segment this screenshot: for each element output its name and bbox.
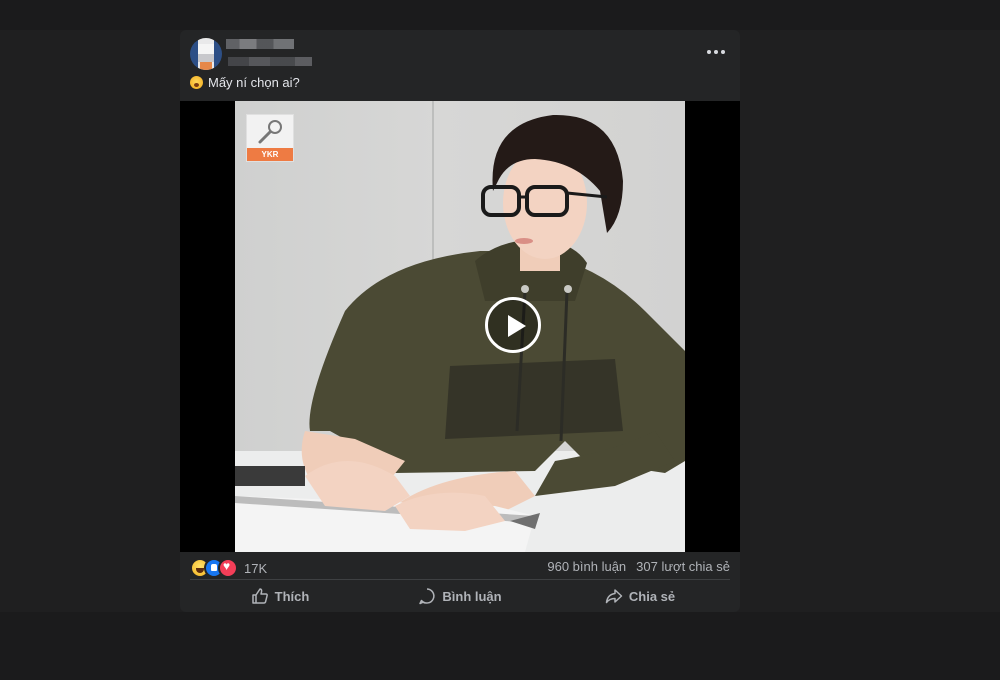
video-frame: YKR [235, 101, 685, 552]
author-name-blurred[interactable] [226, 39, 294, 49]
video-player[interactable]: YKR [180, 101, 740, 552]
caption-emoji-icon [190, 76, 203, 89]
play-icon [508, 315, 526, 337]
comment-count-link[interactable]: 960 bình luận [547, 559, 626, 574]
stats-divider [190, 579, 730, 580]
post-meta-blurred [228, 57, 312, 66]
more-options-button[interactable] [704, 42, 728, 62]
share-icon [605, 589, 623, 604]
reactions-summary[interactable]: 17K [190, 558, 267, 578]
microphone-icon [258, 120, 282, 144]
post-actions: Thích Bình luận Chia sẻ [190, 583, 730, 609]
comment-button[interactable]: Bình luận [370, 583, 550, 609]
share-label: Chia sẻ [628, 588, 676, 604]
caption-text: Mấy ní chọn ai? [208, 75, 300, 90]
post-header [180, 30, 740, 78]
channel-logo: YKR [247, 115, 293, 161]
like-button[interactable]: Thích [190, 583, 370, 609]
engagement-counts: 960 bình luận 307 lượt chia sẻ [547, 559, 730, 574]
reaction-count: 17K [244, 560, 268, 576]
top-band [0, 0, 1000, 30]
post-stats: 17K 960 bình luận 307 lượt chia sẻ [180, 552, 740, 580]
feed-post: Mấy ní chọn ai? YKR ♥ 17K 960 bình luận … [180, 30, 740, 612]
love-reaction-icon [218, 558, 238, 578]
like-label: Thích [274, 588, 310, 604]
more-icon [707, 50, 711, 54]
play-button[interactable] [485, 297, 541, 353]
avatar[interactable] [190, 38, 222, 70]
comment-label: Bình luận [442, 588, 502, 604]
comment-icon [419, 588, 435, 605]
like-icon [251, 588, 268, 604]
share-button[interactable]: Chia sẻ [550, 583, 730, 609]
post-caption: Mấy ní chọn ai? [190, 75, 300, 90]
share-count-link[interactable]: 307 lượt chia sẻ [636, 559, 730, 574]
logo-label: YKR [247, 148, 293, 161]
